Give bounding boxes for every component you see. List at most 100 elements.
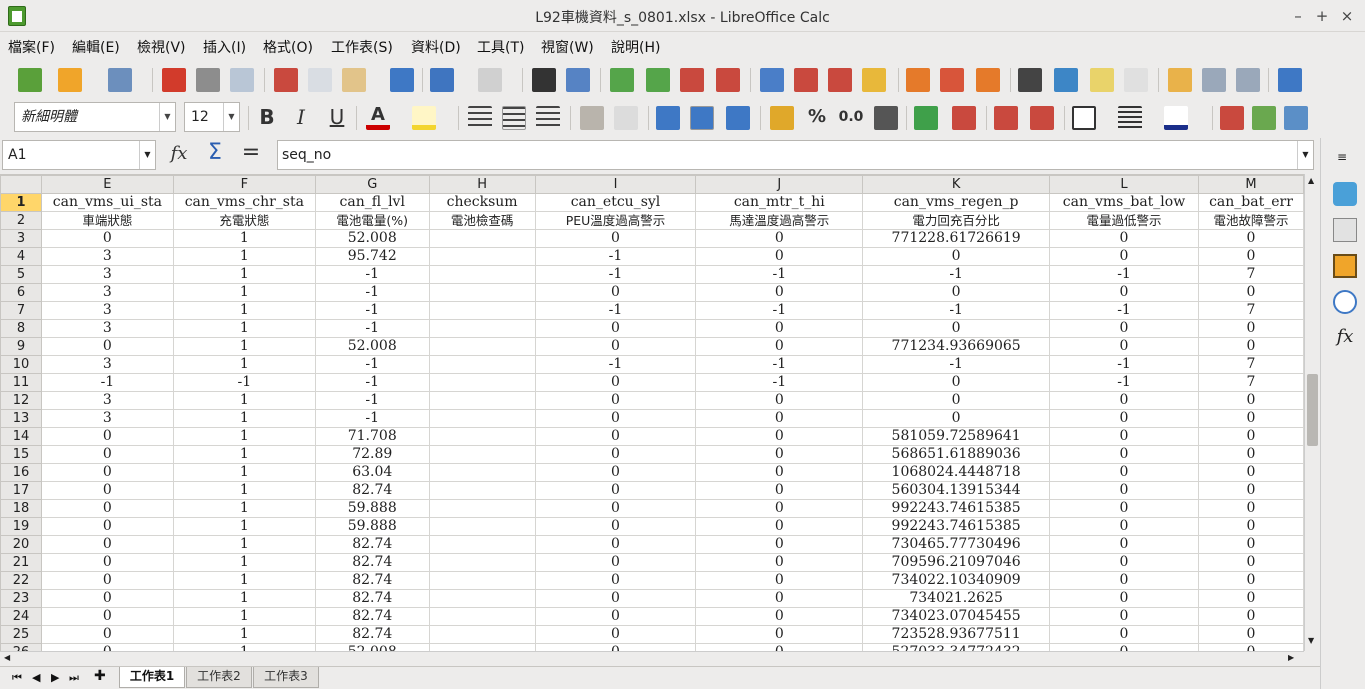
table-cell[interactable]: 0: [862, 247, 1051, 266]
row-header[interactable]: 24: [0, 607, 42, 626]
table-cell[interactable]: [429, 355, 536, 374]
table-cell[interactable]: 82.74: [315, 481, 430, 500]
table-cell[interactable]: -1: [695, 373, 864, 392]
table-cell[interactable]: 771228.61726619: [862, 229, 1051, 248]
scroll-down-icon[interactable]: ▼: [1308, 636, 1314, 645]
table-cell[interactable]: 71.708: [315, 427, 430, 446]
column-header-e[interactable]: E: [40, 175, 174, 194]
table-cell[interactable]: 82.74: [315, 535, 430, 554]
table-cell[interactable]: 1: [173, 319, 316, 338]
table-cell[interactable]: 0: [41, 553, 174, 572]
table-cell[interactable]: 0: [41, 517, 174, 536]
table-cell[interactable]: 0: [1198, 607, 1304, 626]
subheader-cell[interactable]: 車端狀態: [41, 211, 174, 230]
table-cell[interactable]: 0: [1049, 571, 1199, 590]
table-cell[interactable]: 1068024.4448718: [862, 463, 1051, 482]
sum-icon[interactable]: Σ: [202, 140, 228, 166]
first-sheet-icon[interactable]: ⏮: [12, 671, 22, 685]
table-cell[interactable]: 0: [41, 481, 174, 500]
name-box[interactable]: A1 ▼: [2, 140, 156, 170]
table-cell[interactable]: -1: [695, 265, 864, 284]
table-cell[interactable]: 0: [535, 337, 697, 356]
table-cell[interactable]: 992243.74615385: [862, 499, 1051, 518]
table-cell[interactable]: 0: [1049, 499, 1199, 518]
table-cell[interactable]: 0: [535, 391, 697, 410]
tab-sheet3[interactable]: 工作表3: [253, 667, 319, 688]
table-cell[interactable]: [429, 499, 536, 518]
close-button[interactable]: ×: [1337, 6, 1357, 26]
border-color-icon[interactable]: [1164, 106, 1188, 130]
chevron-down-icon[interactable]: ▼: [159, 103, 175, 131]
table-cell[interactable]: 0: [695, 337, 864, 356]
table-cell[interactable]: 1: [173, 445, 316, 464]
column-header-f[interactable]: F: [172, 175, 316, 194]
table-cell[interactable]: 0: [535, 499, 697, 518]
table-cell[interactable]: 709596.21097046: [862, 553, 1051, 572]
date-format-icon[interactable]: [874, 106, 898, 130]
maximize-button[interactable]: +: [1312, 6, 1332, 26]
print-icon[interactable]: [196, 68, 220, 92]
row-header[interactable]: 7: [0, 301, 42, 320]
table-cell[interactable]: 992243.74615385: [862, 517, 1051, 536]
table-cell[interactable]: 0: [695, 625, 864, 644]
table-cell[interactable]: 1: [173, 571, 316, 590]
minimize-button[interactable]: –: [1288, 6, 1308, 26]
align-bottom-icon[interactable]: [726, 106, 750, 130]
row-header[interactable]: 12: [0, 391, 42, 410]
table-cell[interactable]: 0: [535, 445, 697, 464]
table-cell[interactable]: 1: [173, 391, 316, 410]
insert-chart-icon[interactable]: [940, 68, 964, 92]
spreadsheet-grid[interactable]: E F G H I J K L M 1 can_vms_ui_sta can_v…: [0, 174, 1304, 651]
redo-icon[interactable]: [478, 68, 502, 92]
table-cell[interactable]: [429, 571, 536, 590]
row-header[interactable]: 1: [0, 193, 42, 212]
table-cell[interactable]: -1: [315, 373, 430, 392]
font-color-icon[interactable]: A: [366, 106, 390, 130]
table-cell[interactable]: 0: [1049, 553, 1199, 572]
table-cell[interactable]: 0: [535, 625, 697, 644]
table-cell[interactable]: 0: [695, 553, 864, 572]
table-cell[interactable]: 0: [1049, 589, 1199, 608]
table-cell[interactable]: 0: [695, 499, 864, 518]
menu-insert[interactable]: 插入(I): [203, 37, 246, 57]
table-cell[interactable]: 1: [173, 427, 316, 446]
save-icon[interactable]: [108, 68, 132, 92]
sidebar-menu-icon[interactable]: ≡: [1337, 150, 1347, 164]
table-cell[interactable]: 1: [173, 589, 316, 608]
merge-cells-icon[interactable]: [614, 106, 638, 130]
vertical-scroll-thumb[interactable]: [1307, 374, 1318, 446]
table-cell[interactable]: 3: [41, 409, 174, 428]
table-cell[interactable]: [429, 265, 536, 284]
row-header[interactable]: 17: [0, 481, 42, 500]
row-header[interactable]: 23: [0, 589, 42, 608]
table-cell[interactable]: 0: [1049, 643, 1199, 651]
table-cell[interactable]: 0: [1198, 481, 1304, 500]
table-cell[interactable]: 0: [695, 409, 864, 428]
menu-format[interactable]: 格式(O): [263, 37, 313, 57]
table-cell[interactable]: 0: [1198, 625, 1304, 644]
table-cell[interactable]: 0: [695, 607, 864, 626]
table-cell[interactable]: 0: [695, 445, 864, 464]
undo-icon[interactable]: [430, 68, 454, 92]
header-cell[interactable]: can_fl_lvl: [315, 193, 430, 212]
table-cell[interactable]: 0: [1198, 229, 1304, 248]
subheader-cell[interactable]: 馬達溫度過高警示: [695, 211, 864, 230]
table-cell[interactable]: -1: [315, 301, 430, 320]
navigator-icon[interactable]: [1333, 290, 1357, 314]
tab-sheet1[interactable]: 工作表1: [119, 667, 185, 688]
align-left-icon[interactable]: [468, 106, 492, 130]
data-bar-icon[interactable]: [1284, 106, 1308, 130]
chevron-down-icon[interactable]: ▼: [139, 141, 155, 169]
print-preview-icon[interactable]: [230, 68, 254, 92]
header-cell[interactable]: can_mtr_t_hi: [695, 193, 864, 212]
chevron-down-icon[interactable]: ▼: [1297, 141, 1313, 169]
align-right-icon[interactable]: [536, 106, 560, 130]
underline-button[interactable]: U: [324, 104, 350, 130]
table-cell[interactable]: 1: [173, 247, 316, 266]
row-header[interactable]: 6: [0, 283, 42, 302]
table-cell[interactable]: 0: [1049, 391, 1199, 410]
delete-decimal-icon[interactable]: [952, 106, 976, 130]
table-cell[interactable]: 0: [1198, 445, 1304, 464]
vertical-scrollbar[interactable]: ▲ ▼: [1304, 174, 1320, 651]
export-pdf-icon[interactable]: [162, 68, 186, 92]
